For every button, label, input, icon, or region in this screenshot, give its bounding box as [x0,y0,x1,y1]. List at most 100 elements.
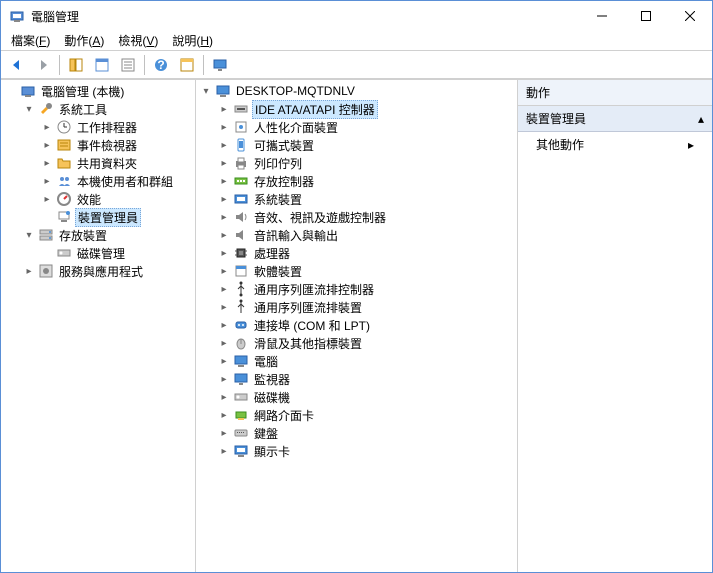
tree-disk-management[interactable]: 磁碟管理 [39,244,193,262]
expand-icon[interactable]: ▸ [218,391,230,403]
toolbar-button-a[interactable] [175,53,199,77]
device-print-queue[interactable]: ▸列印佇列 [216,154,515,172]
tree-shared-folders[interactable]: ▸共用資料夾 [39,154,193,172]
tree-device-manager[interactable]: 裝置管理員 [39,208,193,226]
device-storage-controller[interactable]: ▸存放控制器 [216,172,515,190]
expand-icon[interactable]: ▸ [41,121,53,133]
device-manager-icon [56,209,72,225]
disk-icon [56,245,72,261]
device-usb-devices[interactable]: ▸通用序列匯流排裝置 [216,298,515,316]
device-audio-io[interactable]: ▸音訊輸入與輸出 [216,226,515,244]
usb-device-icon [233,299,249,315]
expand-icon[interactable]: ▸ [41,139,53,151]
device-computer[interactable]: ▸電腦 [216,352,515,370]
show-hide-tree-button[interactable] [64,53,88,77]
expand-icon[interactable]: ▸ [218,121,230,133]
device-keyboard[interactable]: ▸鍵盤 [216,424,515,442]
device-root[interactable]: ▾ DESKTOP-MQTDNLV [198,82,515,100]
expand-icon[interactable]: ▸ [218,211,230,223]
device-usb-controllers[interactable]: ▸通用序列匯流排控制器 [216,280,515,298]
expand-icon[interactable]: ▸ [218,265,230,277]
monitor-icon[interactable] [208,53,232,77]
computer-icon [215,83,231,99]
app-icon [9,8,25,24]
maximize-button[interactable] [624,1,668,30]
device-system-devices[interactable]: ▸系統裝置 [216,190,515,208]
tree-system-tools[interactable]: ▾ 系統工具 [21,100,193,118]
expand-icon[interactable]: ▸ [218,175,230,187]
submenu-arrow-icon: ▸ [688,138,694,152]
expand-icon[interactable]: ▸ [218,229,230,241]
collapse-icon[interactable]: ▾ [23,103,35,115]
audio-icon [233,227,249,243]
device-sound-video[interactable]: ▸音效、視訊及遊戲控制器 [216,208,515,226]
actions-pane: 動作 裝置管理員 ▴ 其他動作 ▸ [518,80,712,572]
device-ide-atapi[interactable]: ▸IDE ATA/ATAPI 控制器 [216,100,515,118]
performance-icon [56,191,72,207]
back-button[interactable] [5,53,29,77]
menu-action[interactable]: 動作(A) [58,30,110,51]
expand-icon[interactable]: ▸ [218,355,230,367]
event-icon [56,137,72,153]
usb-icon [233,281,249,297]
expand-icon[interactable]: ▸ [218,103,230,115]
ide-icon [233,101,249,117]
device-processors[interactable]: ▸處理器 [216,244,515,262]
expand-icon[interactable]: ▸ [23,265,35,277]
close-button[interactable] [668,1,712,30]
tree-storage[interactable]: ▾ 存放裝置 [21,226,193,244]
expand-icon[interactable]: ▸ [218,283,230,295]
system-icon [233,191,249,207]
menu-file[interactable]: 檔案(F) [5,30,56,51]
actions-section[interactable]: 裝置管理員 ▴ [518,106,712,132]
collapse-icon[interactable]: ▾ [200,85,212,97]
device-mouse[interactable]: ▸滑鼠及其他指標裝置 [216,334,515,352]
expand-icon[interactable]: ▸ [218,157,230,169]
device-ports[interactable]: ▸連接埠 (COM 和 LPT) [216,316,515,334]
users-icon [56,173,72,189]
device-monitor[interactable]: ▸監視器 [216,370,515,388]
collapse-up-icon: ▴ [698,112,704,126]
expand-icon[interactable]: ▸ [218,247,230,259]
expand-icon[interactable]: ▸ [218,319,230,331]
refresh-icon[interactable] [116,53,140,77]
expand-icon[interactable]: ▸ [218,139,230,151]
device-network[interactable]: ▸網路介面卡 [216,406,515,424]
tree-services-apps[interactable]: ▸服務與應用程式 [21,262,193,280]
port-icon [233,317,249,333]
device-hid[interactable]: ▸人性化介面裝置 [216,118,515,136]
disk-drive-icon [233,389,249,405]
minimize-button[interactable] [580,1,624,30]
device-software[interactable]: ▸軟體裝置 [216,262,515,280]
expand-icon[interactable]: ▸ [218,373,230,385]
tree-event-viewer[interactable]: ▸事件檢視器 [39,136,193,154]
mouse-icon [233,335,249,351]
device-display-adapter[interactable]: ▸顯示卡 [216,442,515,460]
help-button[interactable]: ? [149,53,173,77]
services-icon [38,263,54,279]
actions-more[interactable]: 其他動作 ▸ [518,132,712,157]
expand-icon[interactable]: ▸ [218,301,230,313]
device-portable[interactable]: ▸可攜式裝置 [216,136,515,154]
expand-icon[interactable]: ▸ [41,175,53,187]
tree-root-computer-management[interactable]: 電腦管理 (本機) [3,82,193,100]
tree-local-users[interactable]: ▸本機使用者和群組 [39,172,193,190]
expand-icon[interactable]: ▸ [218,409,230,421]
menu-help[interactable]: 說明(H) [166,30,219,51]
expand-icon[interactable]: ▸ [41,157,53,169]
expand-icon[interactable]: ▸ [218,427,230,439]
device-disk-drive[interactable]: ▸磁碟機 [216,388,515,406]
forward-button[interactable] [31,53,55,77]
expand-icon[interactable]: ▸ [218,445,230,457]
tree-performance[interactable]: ▸效能 [39,190,193,208]
expand-icon[interactable]: ▸ [218,193,230,205]
properties-button[interactable] [90,53,114,77]
printer-icon [233,155,249,171]
expand-icon[interactable]: ▸ [41,193,53,205]
expand-icon[interactable]: ▸ [218,337,230,349]
tree-task-scheduler[interactable]: ▸工作排程器 [39,118,193,136]
sound-icon [233,209,249,225]
collapse-icon[interactable]: ▾ [23,229,35,241]
menu-view[interactable]: 檢視(V) [112,30,164,51]
cpu-icon [233,245,249,261]
